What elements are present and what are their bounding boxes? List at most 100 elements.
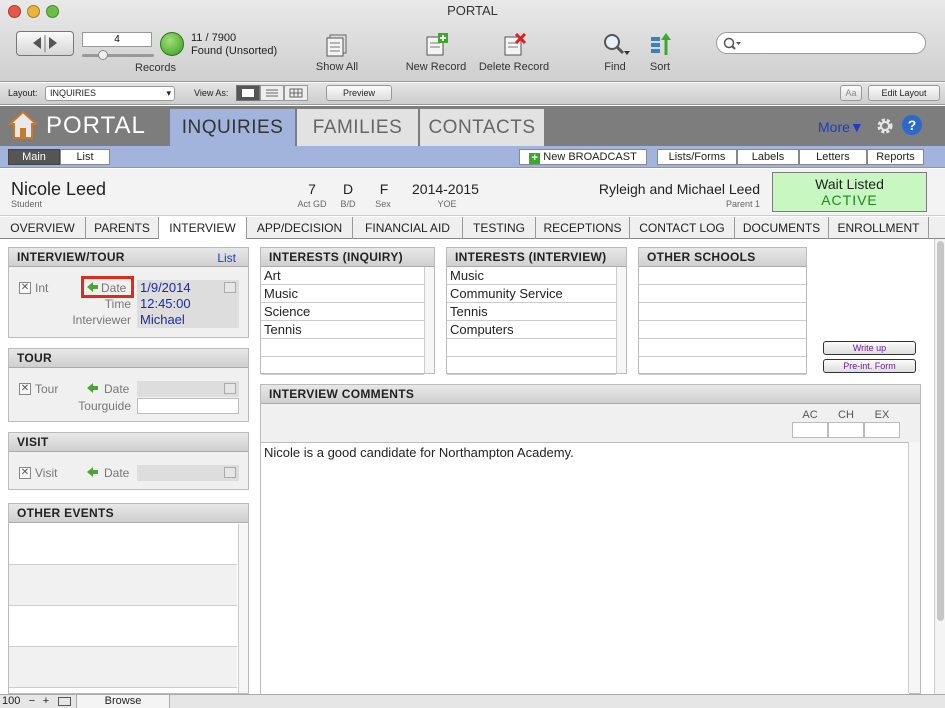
tab-overview[interactable]: OVERVIEW	[0, 217, 86, 239]
list-view-button[interactable]: List	[60, 149, 110, 165]
slider-thumb[interactable]	[98, 50, 108, 60]
tab-parents[interactable]: PARENTS	[86, 217, 159, 239]
home-icon[interactable]	[8, 110, 38, 140]
tab-interview[interactable]: INTERVIEW	[159, 217, 247, 240]
list-item[interactable]: Music	[261, 285, 424, 303]
main-view-button[interactable]: Main	[8, 149, 60, 165]
ch-field[interactable]	[828, 422, 864, 438]
list-item[interactable]: Community Service	[447, 285, 616, 303]
reports-button[interactable]: Reports	[867, 149, 924, 165]
quick-find-search-field[interactable]	[716, 32, 926, 54]
tab-families[interactable]: FAMILIES	[297, 109, 418, 146]
interests-interview-list[interactable]: Music Community Service Tennis Computers	[447, 267, 616, 375]
list-item[interactable]: Tennis	[447, 303, 616, 321]
help-icon[interactable]: ?	[902, 115, 922, 135]
interests-inquiry-scrollbar[interactable]	[424, 267, 434, 373]
ex-field[interactable]	[864, 422, 900, 438]
comments-scrollbar[interactable]	[908, 442, 920, 693]
gear-icon[interactable]	[875, 116, 895, 136]
comments-text-area[interactable]: Nicole is a good candidate for Northampt…	[261, 442, 909, 694]
tab-contacts[interactable]: CONTACTS	[420, 109, 544, 146]
list-item[interactable]	[639, 267, 806, 285]
green-arrow-left-icon[interactable]	[87, 282, 98, 292]
tab-testing[interactable]: TESTING	[463, 217, 536, 239]
other-events-list[interactable]	[9, 524, 237, 695]
search-input[interactable]	[743, 35, 918, 51]
new-broadcast-button[interactable]: + New BROADCAST	[519, 149, 647, 165]
visit-label: Visit	[35, 466, 58, 480]
green-arrow-left-icon[interactable]	[87, 467, 98, 477]
labels-button[interactable]: Labels	[737, 149, 799, 165]
list-item[interactable]	[261, 357, 424, 375]
ac-field[interactable]	[792, 422, 828, 438]
mode-indicator[interactable]: Browse	[76, 695, 170, 708]
tab-app-decision[interactable]: APP/DECISION	[247, 217, 353, 239]
view-table-button[interactable]	[284, 85, 308, 101]
list-item[interactable]	[9, 606, 237, 647]
tab-enrollment[interactable]: ENROLLMENT	[829, 217, 929, 239]
list-item[interactable]	[639, 303, 806, 321]
write-up-button[interactable]: Write up	[823, 341, 916, 355]
list-item[interactable]: Music	[447, 267, 616, 285]
record-navigator-book-icon[interactable]	[16, 31, 74, 56]
tab-inquiries[interactable]: INQUIRIES	[170, 109, 295, 146]
tourguide-field[interactable]	[137, 398, 239, 414]
preview-button[interactable]: Preview	[326, 85, 392, 101]
list-item[interactable]	[639, 357, 806, 375]
list-item[interactable]: Science	[261, 303, 424, 321]
zoom-level[interactable]: 100	[2, 695, 20, 707]
visit-checkbox[interactable]: ✕	[19, 467, 31, 479]
list-item[interactable]	[447, 357, 616, 375]
find-button[interactable]: Find	[595, 33, 635, 73]
tour-checkbox[interactable]: ✕	[19, 383, 31, 395]
list-item[interactable]	[9, 565, 237, 606]
list-item[interactable]	[261, 339, 424, 357]
window-scrollbar[interactable]	[934, 239, 945, 694]
delete-record-button[interactable]: Delete Record	[476, 33, 552, 73]
interests-inquiry-list[interactable]: Art Music Science Tennis	[261, 267, 424, 375]
list-item[interactable]: Art	[261, 267, 424, 285]
tab-documents[interactable]: DOCUMENTS	[735, 217, 829, 239]
zoom-out-icon[interactable]: −	[27, 695, 37, 707]
record-number-field[interactable]	[82, 32, 152, 47]
calendar-icon[interactable]	[224, 282, 236, 293]
list-item[interactable]	[639, 339, 806, 357]
tab-financial-aid[interactable]: FINANCIAL AID	[353, 217, 463, 239]
sort-button[interactable]: Sort	[642, 33, 678, 73]
text-formatting-button[interactable]: Aa	[840, 85, 862, 101]
ex-label: EX	[874, 409, 890, 421]
list-item[interactable]	[9, 524, 237, 565]
calendar-icon[interactable]	[224, 467, 236, 478]
green-arrow-left-icon[interactable]	[87, 383, 98, 393]
more-menu[interactable]: More▼	[818, 119, 864, 135]
show-all-button[interactable]: Show All	[308, 33, 366, 73]
list-item[interactable]: Computers	[447, 321, 616, 339]
list-item[interactable]	[639, 285, 806, 303]
interview-time-field[interactable]: 12:45:00	[137, 296, 239, 312]
list-item[interactable]	[639, 321, 806, 339]
zoom-in-icon[interactable]: +	[41, 695, 51, 707]
toggle-toolbar-icon[interactable]	[58, 697, 71, 706]
other-schools-list[interactable]	[639, 267, 806, 375]
pre-int-form-button[interactable]: Pre-int. Form	[823, 359, 916, 373]
interests-interview-scrollbar[interactable]	[616, 267, 626, 373]
record-slider[interactable]	[82, 50, 154, 60]
interview-checkbox[interactable]: ✕	[19, 282, 31, 294]
calendar-icon[interactable]	[224, 383, 236, 394]
view-form-button[interactable]	[236, 85, 260, 101]
list-item[interactable]	[447, 339, 616, 357]
edit-layout-button[interactable]: Edit Layout	[868, 85, 940, 101]
other-events-scrollbar[interactable]	[238, 524, 248, 693]
list-item[interactable]: Tennis	[261, 321, 424, 339]
list-item[interactable]	[9, 647, 237, 688]
tab-contact-log[interactable]: CONTACT LOG	[630, 217, 735, 239]
scrollbar-thumb[interactable]	[937, 241, 944, 621]
lists-forms-button[interactable]: Lists/Forms	[657, 149, 737, 165]
letters-button[interactable]: Letters	[799, 149, 867, 165]
interviewer-field[interactable]: Michael	[137, 312, 239, 328]
interview-list-link[interactable]: List	[217, 251, 236, 265]
view-list-button[interactable]	[260, 85, 284, 101]
layout-dropdown[interactable]: INQUIRIES ▾	[45, 86, 175, 101]
tab-receptions[interactable]: RECEPTIONS	[536, 217, 630, 239]
new-record-button[interactable]: New Record	[400, 33, 472, 73]
